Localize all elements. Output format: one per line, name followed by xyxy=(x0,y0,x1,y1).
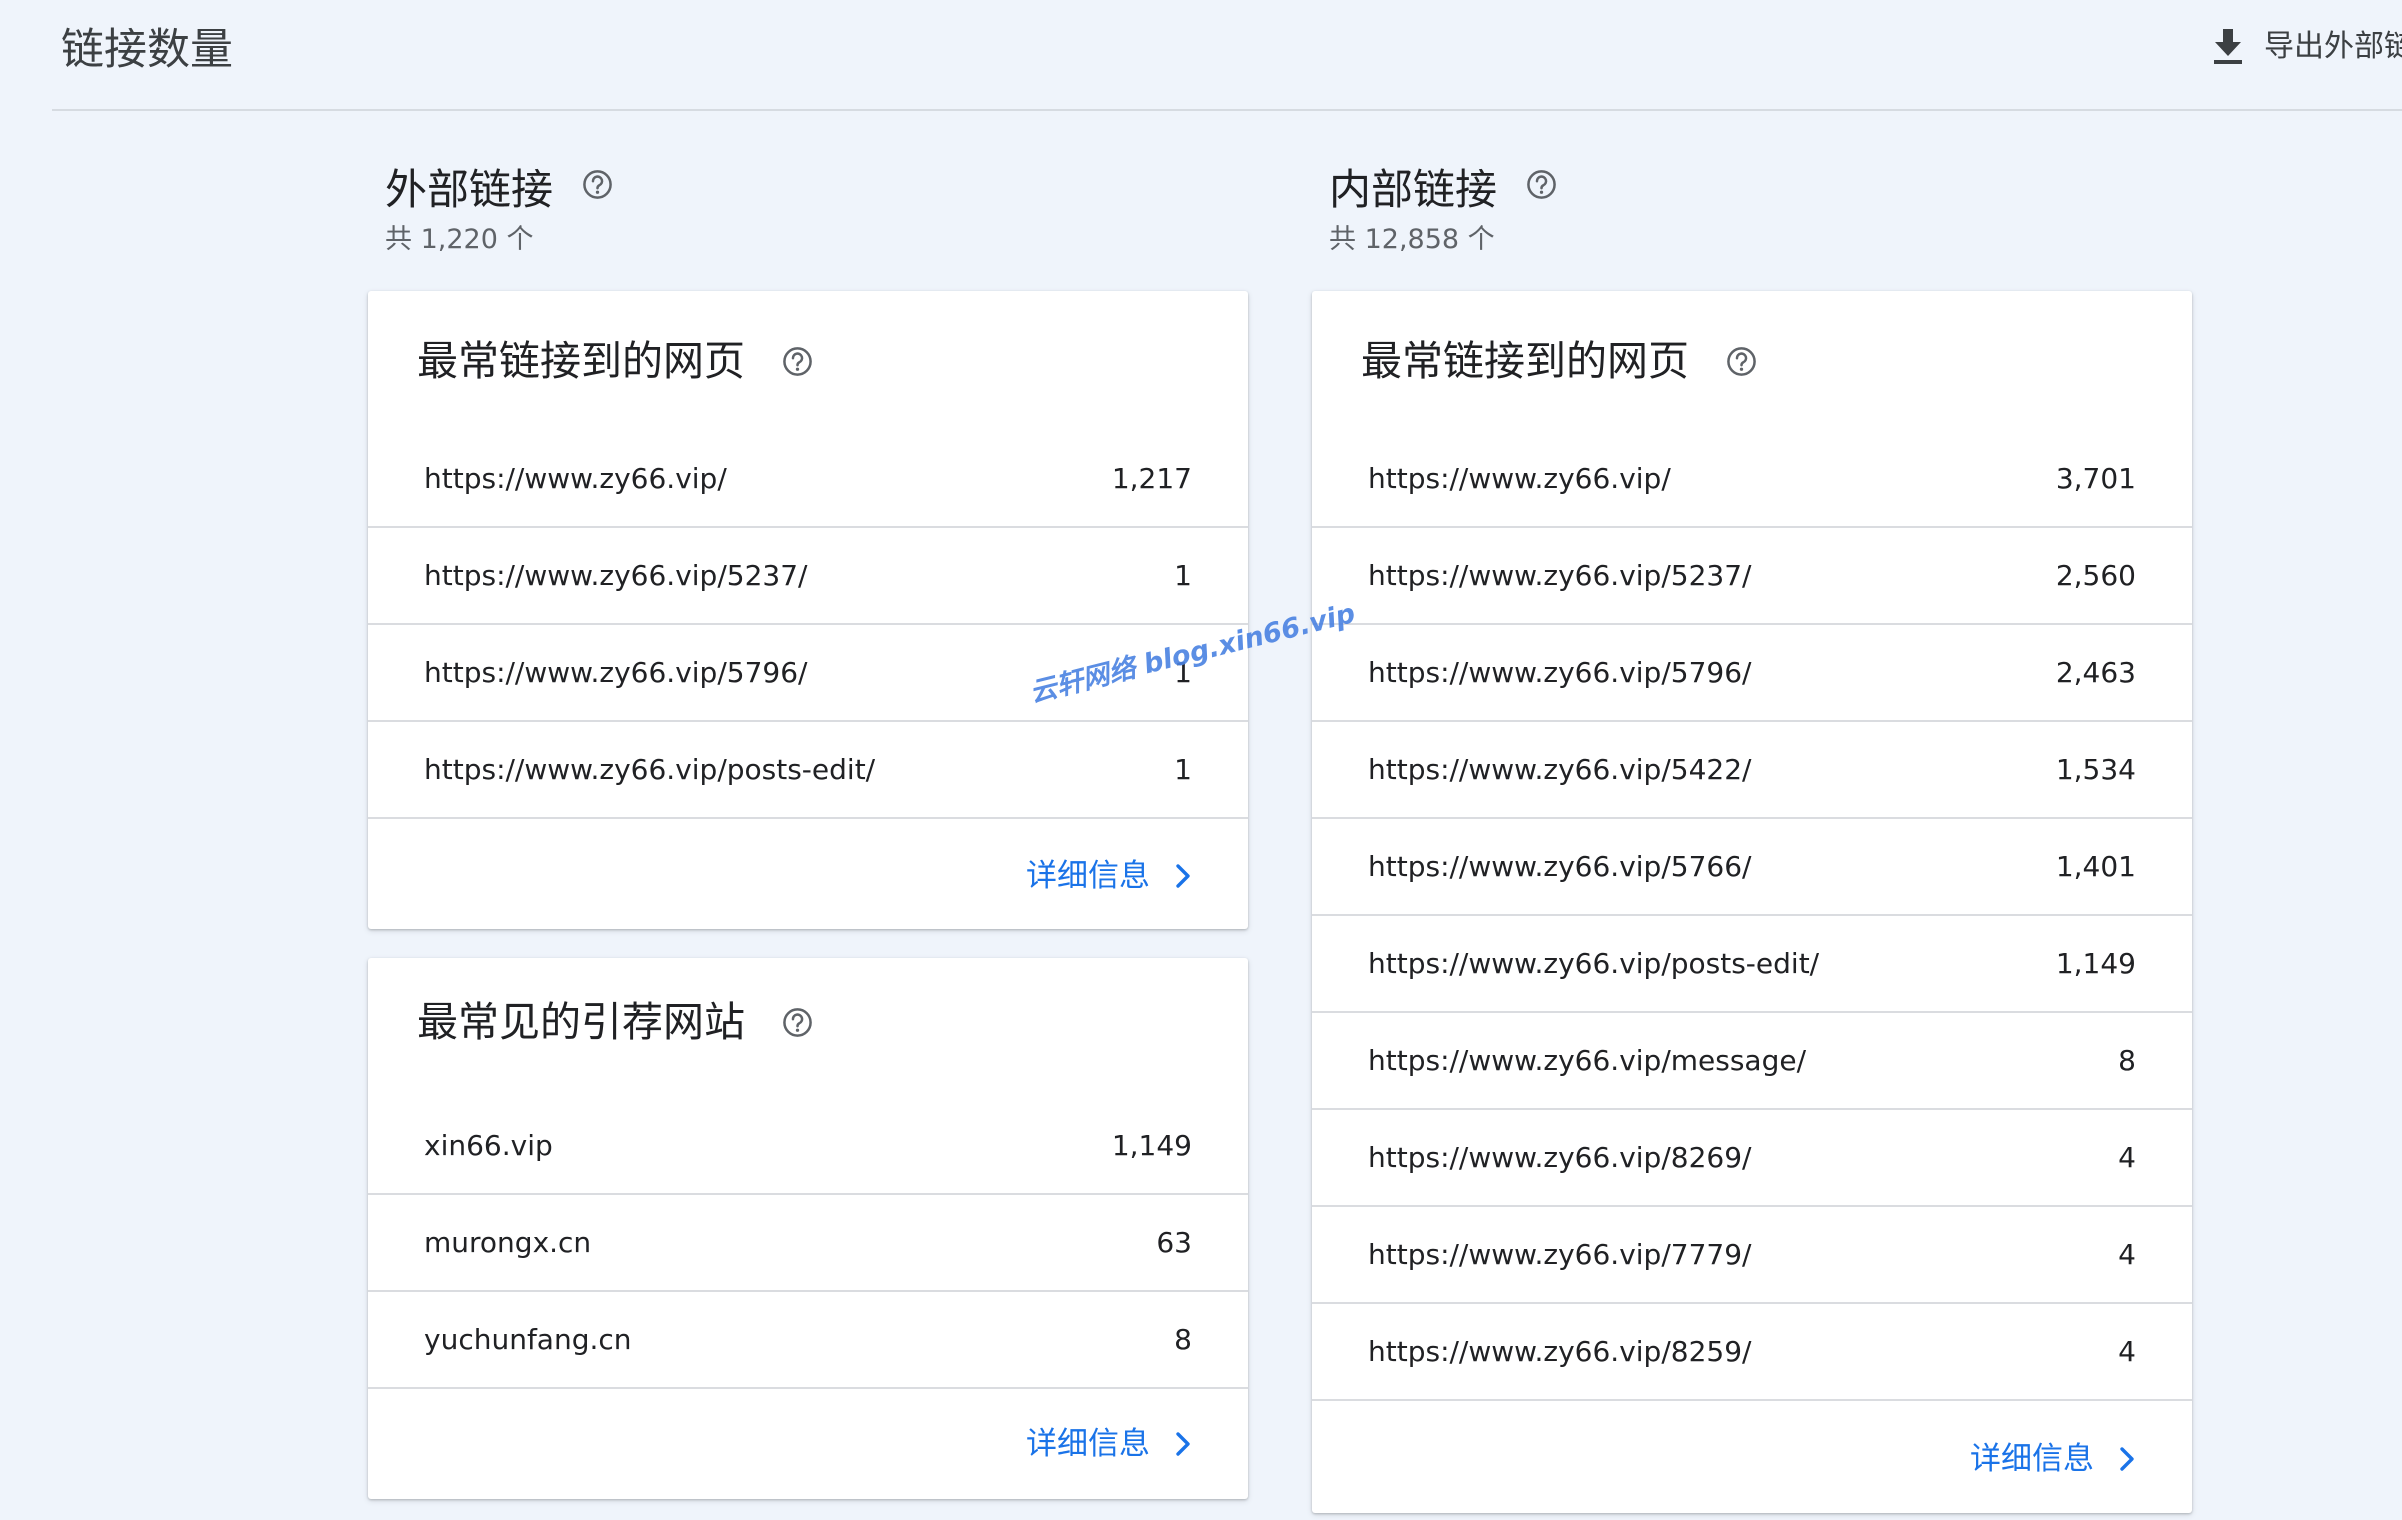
row-count: 1,534 xyxy=(2055,753,2136,786)
row-url: https://www.zy66.vip/posts-edit/ xyxy=(424,753,876,786)
details-label: 详细信息 xyxy=(1026,1426,1150,1462)
chevron-right-icon xyxy=(1176,864,1190,888)
table-row[interactable]: https://www.zy66.vip/7779/4 xyxy=(1312,1207,2192,1304)
table-row[interactable]: https://www.zy66.vip/message/8 xyxy=(1312,1013,2192,1110)
row-count: 4 xyxy=(2118,1141,2136,1174)
internal-top-linked-pages-card: 最常链接到的网页 https://www.zy66.vip/3,701 http… xyxy=(1312,291,2192,1513)
row-count: 1,149 xyxy=(2055,947,2136,980)
row-url: https://www.zy66.vip/5237/ xyxy=(424,559,808,592)
page-title: 链接数量 xyxy=(61,25,233,75)
help-circle-icon[interactable] xyxy=(782,346,813,377)
table-row[interactable]: yuchunfang.cn 8 xyxy=(368,1292,1248,1389)
table-row[interactable]: murongx.cn 63 xyxy=(368,1195,1248,1292)
export-button[interactable]: 导出外部链接 xyxy=(2212,24,2402,70)
page-header: 链接数量 导出外部链接 xyxy=(0,0,2402,111)
row-url: https://www.zy66.vip/5237/ xyxy=(1368,559,1752,592)
help-circle-icon[interactable] xyxy=(782,1007,813,1038)
help-circle-icon[interactable] xyxy=(582,169,613,200)
row-site: xin66.vip xyxy=(424,1129,553,1162)
table-row[interactable]: xin66.vip 1,149 xyxy=(368,1098,1248,1195)
details-link[interactable]: 详细信息 xyxy=(1970,1438,2136,1480)
card-title: 最常见的引荐网站 xyxy=(417,998,745,1046)
external-top-referring-sites-card: 最常见的引荐网站 xin66.vip 1,149 murongx.cn 63 yuc… xyxy=(368,958,1248,1499)
row-count: 1 xyxy=(1174,559,1192,592)
row-url: https://www.zy66.vip/5422/ xyxy=(1368,753,1752,786)
table-row[interactable]: https://www.zy66.vip/8269/4 xyxy=(1312,1110,2192,1207)
table-row[interactable]: https://www.zy66.vip/3,701 xyxy=(1312,431,2192,528)
help-circle-icon[interactable] xyxy=(1726,346,1757,377)
row-url: https://www.zy66.vip/5796/ xyxy=(424,656,808,689)
row-url: https://www.zy66.vip/ xyxy=(1368,462,1671,495)
details-label: 详细信息 xyxy=(1026,858,1150,894)
row-count: 3,701 xyxy=(2055,462,2136,495)
row-count: 1 xyxy=(1174,753,1192,786)
row-count: 4 xyxy=(2118,1238,2136,1271)
row-url: https://www.zy66.vip/message/ xyxy=(1368,1044,1807,1077)
external-top-linked-pages-card: 最常链接到的网页 https://www.zy66.vip/1,217 http… xyxy=(368,291,1248,929)
row-count: 4 xyxy=(2118,1335,2136,1368)
export-label: 导出外部链接 xyxy=(2264,29,2402,64)
table-row[interactable]: https://www.zy66.vip/8259/4 xyxy=(1312,1304,2192,1401)
row-count: 2,463 xyxy=(2055,656,2136,689)
card-title: 最常链接到的网页 xyxy=(417,337,745,385)
row-site: yuchunfang.cn xyxy=(424,1323,632,1356)
external-links-total: 共 1,220 个 xyxy=(385,224,534,255)
row-url: https://www.zy66.vip/ xyxy=(424,462,727,495)
help-circle-icon[interactable] xyxy=(1526,169,1557,200)
row-url: https://www.zy66.vip/8269/ xyxy=(1368,1141,1752,1174)
row-count: 1,149 xyxy=(1111,1129,1192,1162)
row-count: 1,401 xyxy=(2055,850,2136,883)
header-divider xyxy=(52,109,2402,111)
table-row[interactable]: https://www.zy66.vip/1,217 xyxy=(368,431,1248,528)
row-count: 63 xyxy=(1156,1226,1192,1259)
row-url: https://www.zy66.vip/5766/ xyxy=(1368,850,1752,883)
row-count: 8 xyxy=(2118,1044,2136,1077)
download-icon xyxy=(2214,29,2242,64)
chevron-right-icon xyxy=(2120,1447,2134,1471)
table-row[interactable]: https://www.zy66.vip/5422/1,534 xyxy=(1312,722,2192,819)
table-row[interactable]: https://www.zy66.vip/5796/2,463 xyxy=(1312,625,2192,722)
details-label: 详细信息 xyxy=(1970,1441,2094,1477)
internal-links-title: 内部链接 xyxy=(1329,165,1498,214)
row-count: 1,217 xyxy=(1111,462,1192,495)
row-url: https://www.zy66.vip/8259/ xyxy=(1368,1335,1752,1368)
table-row[interactable]: https://www.zy66.vip/5237/1 xyxy=(368,528,1248,625)
table-row[interactable]: https://www.zy66.vip/5237/2,560 xyxy=(1312,528,2192,625)
table-row[interactable]: https://www.zy66.vip/posts-edit/1 xyxy=(368,722,1248,819)
chevron-right-icon xyxy=(1176,1432,1190,1456)
table-row[interactable]: https://www.zy66.vip/5766/1,401 xyxy=(1312,819,2192,916)
internal-links-total: 共 12,858 个 xyxy=(1329,224,1495,255)
row-url: https://www.zy66.vip/5796/ xyxy=(1368,656,1752,689)
card-title: 最常链接到的网页 xyxy=(1361,337,1689,385)
row-count: 8 xyxy=(1174,1323,1192,1356)
details-link[interactable]: 详细信息 xyxy=(1026,1423,1192,1465)
table-row[interactable]: https://www.zy66.vip/posts-edit/1,149 xyxy=(1312,916,2192,1013)
details-link[interactable]: 详细信息 xyxy=(1026,855,1192,897)
external-links-title: 外部链接 xyxy=(385,165,554,214)
row-site: murongx.cn xyxy=(424,1226,592,1259)
row-url: https://www.zy66.vip/posts-edit/ xyxy=(1368,947,1820,980)
row-count: 2,560 xyxy=(2055,559,2136,592)
row-url: https://www.zy66.vip/7779/ xyxy=(1368,1238,1752,1271)
